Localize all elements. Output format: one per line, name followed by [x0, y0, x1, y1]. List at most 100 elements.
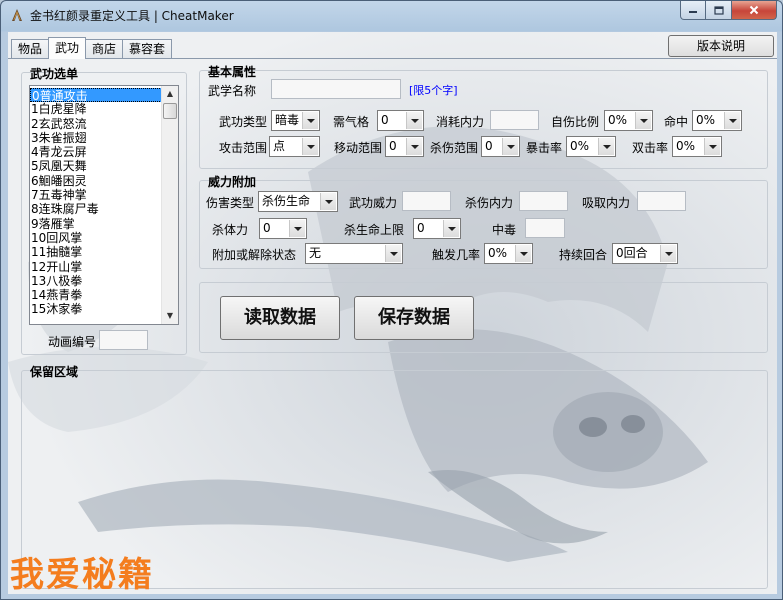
list-item[interactable]: 13八极拳	[30, 274, 162, 288]
attack-range-value: 点	[273, 139, 286, 153]
poison-field[interactable]	[525, 218, 565, 238]
hit-label: 命中	[664, 115, 689, 129]
chevron-down-icon	[406, 112, 422, 129]
kill-maxhp-select[interactable]: 0	[413, 218, 461, 239]
chevron-down-icon	[660, 245, 676, 262]
basic-attributes-title: 基本属性	[208, 65, 257, 79]
chevron-down-icon	[443, 220, 459, 237]
kill-stamina-select[interactable]: 0	[259, 218, 307, 239]
client-area: 物品 武功 商店 慕容套 版本说明 武功选单 0普通攻击 1白虎星降 2玄武怒流 3朱…	[8, 32, 777, 594]
kill-range-select[interactable]: 0	[481, 136, 520, 157]
skill-list-title: 武功选单	[30, 67, 79, 81]
list-item[interactable]: 12开山掌	[30, 260, 162, 274]
title-bar[interactable]: 金书红颜录重定义工具 | CheatMaker	[1, 1, 782, 31]
poison-label: 中毒	[492, 223, 517, 237]
hit-select[interactable]: 0%	[692, 110, 742, 131]
skill-list-scrollbar[interactable]: ▲ ▼	[161, 86, 178, 324]
status-effect-value: 无	[309, 246, 322, 260]
kill-stamina-label: 杀体力	[212, 223, 249, 237]
skill-list-items: 0普通攻击 1白虎星降 2玄武怒流 3朱雀振翅 4青龙云屏 5凤凰天舞 6鮰皤困灵 7五毒神掌…	[30, 88, 162, 317]
skill-name-hint: [限5个字]	[409, 84, 458, 97]
app-window: 金书红颜录重定义工具 | CheatMaker 物品 武功 商店 慕容套 版本说…	[0, 0, 783, 600]
list-item[interactable]: 4青龙云屏	[30, 145, 162, 159]
skill-type-value: 暗毒	[275, 113, 300, 127]
absorb-mp-field[interactable]	[637, 191, 686, 211]
version-info-button[interactable]: 版本说明	[668, 35, 774, 57]
qi-value: 0	[381, 113, 389, 127]
double-hit-value: 0%	[676, 139, 696, 153]
list-item[interactable]: 1白虎星降	[30, 102, 162, 116]
skill-listbox[interactable]: 0普通攻击 1白虎星降 2玄武怒流 3朱雀振翅 4青龙云屏 5凤凰天舞 6鮰皤困灵 7五毒神掌…	[29, 85, 179, 325]
kill-maxhp-label: 杀生命上限	[344, 223, 405, 237]
save-data-button[interactable]: 保存数据	[354, 296, 474, 340]
close-button[interactable]	[732, 1, 777, 20]
list-item[interactable]: 15沐家拳	[30, 302, 162, 316]
watermark-text: 我爱秘籍	[10, 555, 154, 594]
chevron-down-icon	[724, 112, 740, 129]
move-range-select[interactable]: 0	[385, 136, 424, 157]
qi-select[interactable]: 0	[377, 110, 424, 131]
window-title: 金书红颜录重定义工具 | CheatMaker	[30, 9, 234, 23]
attack-range-select[interactable]: 点	[269, 136, 320, 157]
duration-select[interactable]: 0回合	[612, 243, 678, 264]
self-hurt-select[interactable]: 0%	[604, 110, 653, 131]
mp-cost-label: 消耗内力	[436, 115, 485, 129]
skill-name-label: 武学名称	[208, 84, 257, 98]
self-hurt-label: 自伤比例	[551, 115, 600, 129]
tab-murong-set[interactable]: 慕容套	[122, 39, 173, 59]
chevron-down-icon	[302, 112, 318, 129]
tab-shop[interactable]: 商店	[85, 39, 124, 59]
list-item[interactable]: 5凤凰天舞	[30, 159, 162, 173]
damage-type-select[interactable]: 杀伤生命	[258, 191, 338, 212]
chevron-down-icon	[502, 138, 518, 155]
kill-mp-field[interactable]	[519, 191, 568, 211]
scroll-thumb[interactable]	[163, 103, 177, 119]
duration-value: 0回合	[616, 246, 648, 260]
list-item[interactable]: 7五毒神掌	[30, 188, 162, 202]
maximize-icon	[713, 5, 724, 15]
read-data-button[interactable]: 读取数据	[220, 296, 340, 340]
mp-cost-field[interactable]	[490, 110, 539, 130]
list-item[interactable]: 11抽髓掌	[30, 245, 162, 259]
double-hit-label: 双击率	[632, 141, 669, 155]
skill-type-label: 武功类型	[219, 115, 268, 129]
list-item[interactable]: 14燕青拳	[30, 288, 162, 302]
self-hurt-value: 0%	[608, 113, 628, 127]
tab-skills[interactable]: 武功	[48, 37, 87, 59]
skill-type-select[interactable]: 暗毒	[271, 110, 320, 131]
kill-maxhp-value: 0	[417, 221, 425, 235]
list-item[interactable]: 6鮰皤困灵	[30, 174, 162, 188]
attack-range-label: 攻击范围	[219, 141, 268, 155]
skill-power-field[interactable]	[402, 191, 451, 211]
minimize-button[interactable]	[680, 1, 706, 20]
chevron-down-icon	[704, 138, 720, 155]
damage-type-label: 伤害类型	[206, 196, 255, 210]
qi-label: 需气格	[333, 115, 370, 129]
reserved-area-title: 保留区域	[30, 365, 79, 379]
double-hit-select[interactable]: 0%	[672, 136, 722, 157]
maximize-button[interactable]	[706, 1, 732, 20]
crit-rate-select[interactable]: 0%	[566, 136, 616, 157]
tab-items[interactable]: 物品	[11, 39, 50, 59]
scroll-down-icon[interactable]: ▼	[162, 308, 178, 324]
list-item[interactable]: 2玄武怒流	[30, 117, 162, 131]
anim-id-label: 动画编号	[48, 335, 97, 349]
move-range-value: 0	[389, 139, 397, 153]
list-item[interactable]: 8连珠腐尸毒	[30, 202, 162, 216]
chevron-down-icon	[320, 193, 336, 210]
scroll-up-icon[interactable]: ▲	[162, 86, 178, 102]
list-item[interactable]: 10回风掌	[30, 231, 162, 245]
anim-id-field[interactable]	[99, 330, 148, 350]
absorb-mp-label: 吸取内力	[582, 196, 631, 210]
trigger-chance-select[interactable]: 0%	[484, 243, 533, 264]
list-item[interactable]: 9落雁掌	[30, 217, 162, 231]
kill-range-value: 0	[485, 139, 493, 153]
skill-name-field[interactable]	[271, 79, 401, 99]
move-range-label: 移动范围	[334, 141, 383, 155]
list-item[interactable]: 0普通攻击	[30, 88, 162, 103]
minimize-icon	[689, 11, 697, 13]
list-item[interactable]: 3朱雀振翅	[30, 131, 162, 145]
skill-power-label: 武功威力	[349, 196, 398, 210]
status-effect-select[interactable]: 无	[305, 243, 403, 264]
chevron-down-icon	[289, 220, 305, 237]
